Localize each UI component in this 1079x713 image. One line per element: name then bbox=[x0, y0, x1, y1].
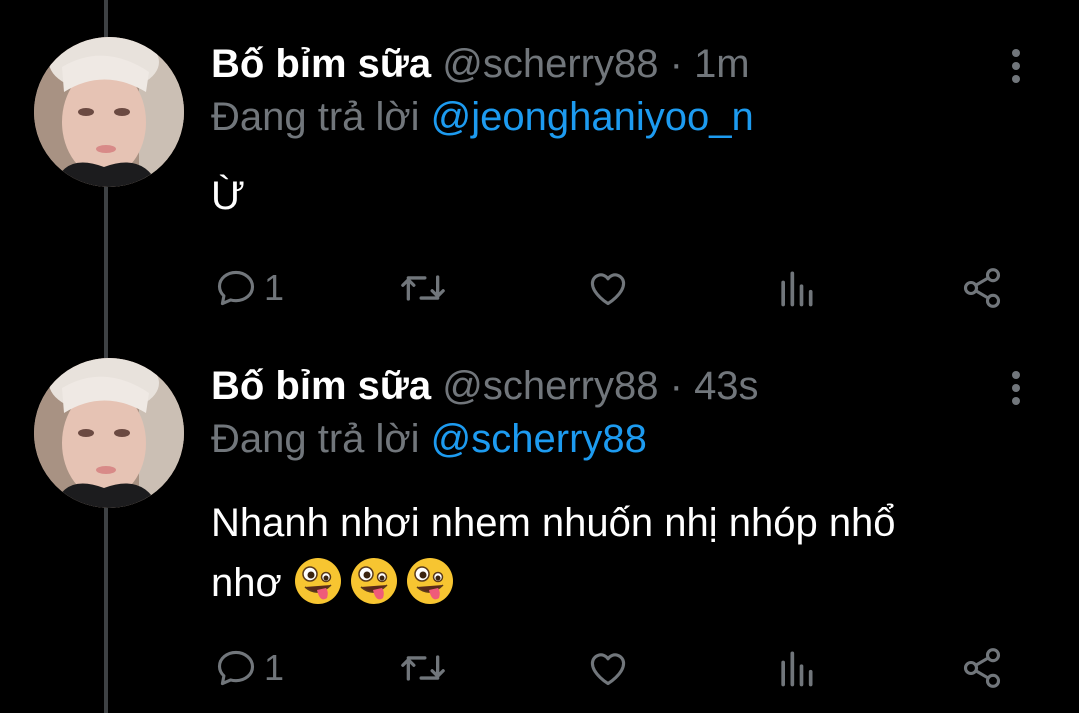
reply-mention-link[interactable]: @scherry88 bbox=[431, 417, 647, 461]
vertical-dots-icon bbox=[1012, 371, 1020, 405]
retweet-button[interactable] bbox=[399, 643, 447, 693]
tweet-actions: 1 bbox=[0, 263, 1079, 313]
tweet-text: Nhanh nhơi nhem nhuốn nhị nhóp nhổ nhơ bbox=[211, 493, 896, 613]
separator-dot: · bbox=[669, 364, 683, 408]
tweet-text: Ừ bbox=[211, 174, 246, 218]
reply-button[interactable]: 1 bbox=[214, 643, 284, 693]
heart-icon bbox=[590, 273, 626, 306]
user-handle[interactable]: @scherry88 bbox=[442, 364, 658, 408]
tweet-text-word: nhơ bbox=[211, 561, 282, 605]
zany-face-emoji-icon bbox=[350, 558, 397, 604]
display-name[interactable]: Bố bỉm sữa bbox=[211, 42, 431, 86]
views-button[interactable] bbox=[776, 643, 816, 693]
more-options-button[interactable] bbox=[1004, 46, 1028, 86]
retweet-icon bbox=[401, 275, 445, 301]
zany-face-emoji-icon bbox=[294, 558, 341, 604]
retweet-button[interactable] bbox=[399, 263, 447, 313]
share-icon bbox=[963, 648, 1001, 688]
separator-dot: · bbox=[669, 42, 683, 86]
emoji-group bbox=[293, 558, 461, 605]
tweet-text-line: Nhanh nhơi nhem nhuốn nhị nhóp nhổ bbox=[211, 501, 896, 545]
tweet-text-line: nhơ bbox=[211, 553, 896, 613]
heart-icon bbox=[590, 653, 626, 686]
tweet-actions: 1 bbox=[0, 643, 1079, 693]
speech-bubble-icon bbox=[217, 650, 255, 686]
share-button[interactable] bbox=[960, 263, 1004, 313]
retweet-icon bbox=[401, 655, 445, 681]
reply-count: 1 bbox=[264, 647, 285, 688]
share-button[interactable] bbox=[960, 643, 1004, 693]
bar-chart-icon bbox=[781, 651, 813, 687]
reply-button[interactable]: 1 bbox=[214, 263, 284, 313]
avatar[interactable] bbox=[34, 37, 184, 187]
vertical-dots-icon bbox=[1012, 49, 1020, 83]
like-button[interactable] bbox=[585, 643, 631, 693]
tweet-header: Bố bỉm sữa @scherry88 · 43s bbox=[211, 360, 759, 412]
zany-face-emoji-icon bbox=[406, 558, 453, 604]
reply-count: 1 bbox=[264, 267, 285, 308]
like-button[interactable] bbox=[585, 263, 631, 313]
replying-to-line: Đang trả lời @jeonghaniyoo_n bbox=[211, 91, 754, 143]
tweet-header: Bố bỉm sữa @scherry88 · 1m bbox=[211, 38, 750, 90]
timestamp[interactable]: 43s bbox=[694, 364, 759, 408]
timestamp[interactable]: 1m bbox=[694, 42, 750, 86]
share-icon bbox=[963, 268, 1001, 308]
replying-to-label: Đang trả lời bbox=[211, 417, 420, 461]
reply-mention-link[interactable]: @jeonghaniyoo_n bbox=[431, 95, 754, 139]
avatar[interactable] bbox=[34, 358, 184, 508]
replying-to-label: Đang trả lời bbox=[211, 95, 420, 139]
user-handle[interactable]: @scherry88 bbox=[442, 42, 658, 86]
display-name[interactable]: Bố bỉm sữa bbox=[211, 364, 431, 408]
more-options-button[interactable] bbox=[1004, 368, 1028, 408]
speech-bubble-icon bbox=[217, 270, 255, 306]
views-button[interactable] bbox=[776, 263, 816, 313]
replying-to-line: Đang trả lời @scherry88 bbox=[211, 413, 647, 465]
bar-chart-icon bbox=[781, 271, 813, 307]
